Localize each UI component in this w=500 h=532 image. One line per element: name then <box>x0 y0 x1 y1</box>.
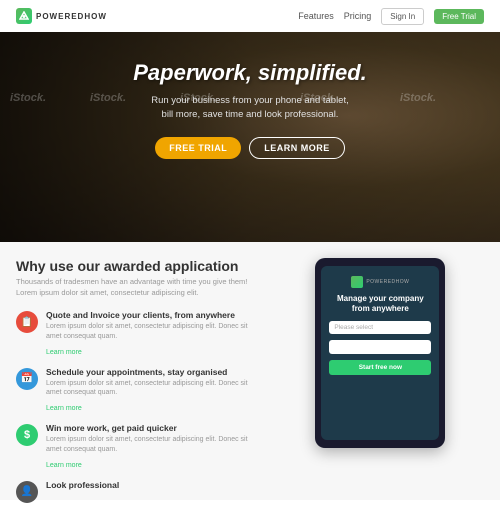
tablet-title: Manage your companyfrom anywhere <box>337 294 424 315</box>
feature-text-1: Quote and Invoice your clients, from any… <box>46 310 265 357</box>
tablet-logo-text: POWEREDHOW <box>366 279 409 285</box>
tablet-column: POWEREDHOW Manage your companyfrom anywh… <box>277 258 484 484</box>
logo: POWEREDHOW <box>16 8 107 24</box>
lower-section: Why use our awarded application Thousand… <box>0 242 500 500</box>
hero-content: Paperwork, simplified. Run your business… <box>0 32 500 159</box>
logo-icon <box>16 8 32 24</box>
section-subtitle: Thousands of tradesmen have an advantage… <box>16 277 265 298</box>
tablet-logo-icon <box>351 276 363 288</box>
tablet-input[interactable] <box>329 340 431 354</box>
feature-link-3[interactable]: Learn more <box>46 462 82 469</box>
free-trial-nav-button[interactable]: Free Trial <box>434 9 484 24</box>
feature-text-2: Schedule your appointments, stay organis… <box>46 367 265 414</box>
hero-learn-more-button[interactable]: LEARN MORE <box>249 137 345 159</box>
section-title: Why use our awarded application <box>16 258 265 274</box>
hero-free-trial-button[interactable]: FREE TRIAL <box>155 137 241 159</box>
feature-text-3: Win more work, get paid quicker Lorem ip… <box>46 423 265 470</box>
logo-text: POWEREDHOW <box>36 12 107 21</box>
hero-title: Paperwork, simplified. <box>20 60 480 86</box>
tablet-screen: POWEREDHOW Manage your companyfrom anywh… <box>321 266 439 440</box>
feature-item-4: 👤 Look professional <box>16 480 265 503</box>
feature-link-1[interactable]: Learn more <box>46 349 82 356</box>
tablet-select[interactable]: Please select <box>329 321 431 334</box>
hero-buttons: FREE TRIAL LEARN MORE <box>20 137 480 159</box>
feature-icon-professional: 👤 <box>16 481 38 503</box>
feature-link-2[interactable]: Learn more <box>46 405 82 412</box>
feature-icon-quote: 📋 <box>16 311 38 333</box>
feature-title-4: Look professional <box>46 480 119 490</box>
nav-links: Features Pricing Sign In Free Trial <box>298 8 484 25</box>
feature-desc-2: Lorem ipsum dolor sit amet, consectetur … <box>46 379 265 399</box>
tablet-logo: POWEREDHOW <box>351 276 409 288</box>
feature-item-1: 📋 Quote and Invoice your clients, from a… <box>16 310 265 357</box>
tablet-mockup: POWEREDHOW Manage your companyfrom anywh… <box>315 258 445 448</box>
feature-desc-1: Lorem ipsum dolor sit amet, consectetur … <box>46 322 265 342</box>
feature-title-3: Win more work, get paid quicker <box>46 423 265 433</box>
feature-text-4: Look professional <box>46 480 119 492</box>
feature-title-1: Quote and Invoice your clients, from any… <box>46 310 265 320</box>
feature-icon-money: $ <box>16 424 38 446</box>
feature-item-3: $ Win more work, get paid quicker Lorem … <box>16 423 265 470</box>
feature-item-2: 📅 Schedule your appointments, stay organ… <box>16 367 265 414</box>
features-column: Why use our awarded application Thousand… <box>16 258 265 484</box>
feature-icon-schedule: 📅 <box>16 368 38 390</box>
hero-section: iStock. iStock. iStock. iStock. iStock. … <box>0 32 500 242</box>
feature-desc-3: Lorem ipsum dolor sit amet, consectetur … <box>46 435 265 455</box>
nav-pricing[interactable]: Pricing <box>344 11 372 21</box>
tablet-cta-button[interactable]: Start free now <box>329 360 431 375</box>
feature-title-2: Schedule your appointments, stay organis… <box>46 367 265 377</box>
navbar: POWEREDHOW Features Pricing Sign In Free… <box>0 0 500 32</box>
signin-button[interactable]: Sign In <box>381 8 424 25</box>
hero-subtitle: Run your business from your phone and ta… <box>20 94 480 123</box>
nav-features[interactable]: Features <box>298 11 334 21</box>
